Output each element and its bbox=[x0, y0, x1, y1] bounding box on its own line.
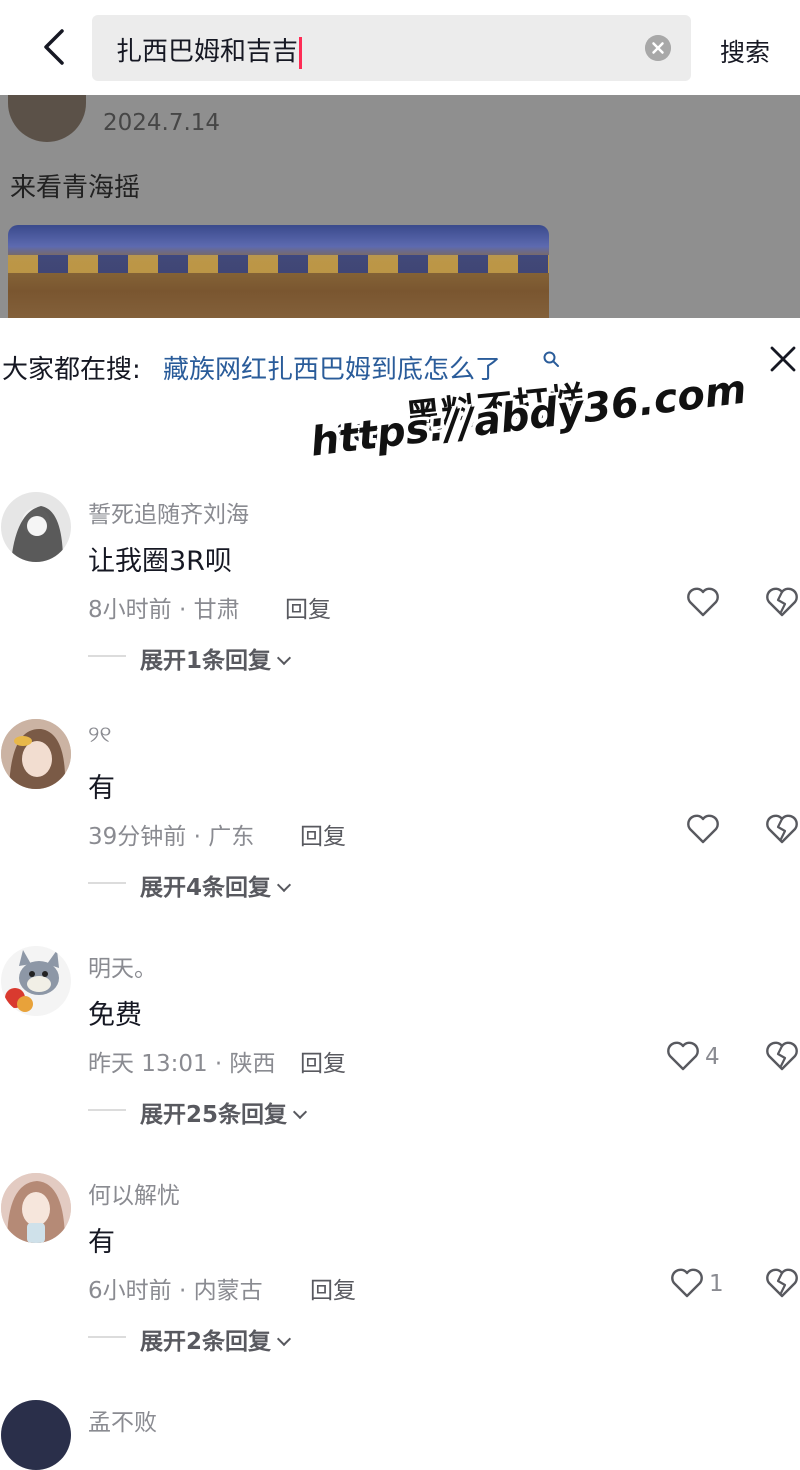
text-caret bbox=[299, 36, 303, 69]
chevron-down-icon bbox=[276, 877, 292, 893]
avatar[interactable] bbox=[1, 1400, 71, 1470]
post-date: 2024.7.14 bbox=[103, 110, 221, 136]
comment-text: 免费 bbox=[88, 1000, 142, 1031]
post-image bbox=[8, 225, 549, 318]
reply-button[interactable]: 回复 bbox=[310, 1271, 356, 1305]
like-heart-icon[interactable] bbox=[670, 1266, 704, 1300]
comment-username[interactable]: 孟不败 bbox=[88, 1403, 157, 1437]
search-input-value[interactable]: 扎西巴姆和吉吉 bbox=[116, 31, 303, 69]
expand-replies-button[interactable]: 展开4条回复 bbox=[140, 868, 292, 902]
comment-username[interactable]: 何以解忧 bbox=[88, 1176, 180, 1210]
like-count: 4 bbox=[705, 1044, 720, 1070]
avatar[interactable] bbox=[1, 1173, 71, 1243]
comment-text: 让我圈3R呗 bbox=[88, 546, 232, 577]
reply-button[interactable]: 回复 bbox=[285, 590, 331, 624]
comment-text: 有 bbox=[88, 1227, 115, 1258]
comment-username[interactable]: 誓死追随齐刘海 bbox=[88, 495, 249, 529]
expand-replies-button[interactable]: 展开1条回复 bbox=[140, 641, 292, 675]
dislike-broken-heart-icon[interactable] bbox=[764, 1265, 800, 1301]
like-heart-icon[interactable] bbox=[686, 585, 720, 619]
like-count: 1 bbox=[709, 1271, 724, 1297]
search-icon bbox=[543, 351, 559, 367]
close-icon[interactable] bbox=[766, 342, 800, 376]
chevron-down-icon bbox=[292, 1104, 308, 1120]
clear-search-icon[interactable] bbox=[645, 35, 671, 61]
like-heart-icon[interactable] bbox=[666, 1039, 700, 1073]
reply-button[interactable]: 回复 bbox=[300, 1044, 346, 1078]
comment-sheet bbox=[0, 318, 800, 1429]
divider bbox=[88, 1109, 126, 1111]
search-button[interactable]: 搜索 bbox=[720, 33, 770, 69]
dislike-broken-heart-icon[interactable] bbox=[764, 811, 800, 847]
suggestion-link[interactable]: 藏族网红扎西巴姆到底怎么了 bbox=[163, 349, 501, 386]
chevron-down-icon bbox=[276, 1331, 292, 1347]
post-text: 来看青海摇 bbox=[10, 173, 141, 203]
divider bbox=[88, 655, 126, 657]
dislike-broken-heart-icon[interactable] bbox=[764, 584, 800, 620]
comment-time-location: 39分钟前 · 广东 bbox=[88, 824, 255, 850]
comment-username[interactable]: ୨୧ bbox=[88, 722, 111, 748]
back-arrow-icon[interactable] bbox=[36, 27, 76, 67]
avatar[interactable] bbox=[1, 492, 71, 562]
comment-time-location: 8小时前 · 甘肃 bbox=[88, 597, 240, 623]
comment-time-location: 6小时前 · 内蒙古 bbox=[88, 1278, 263, 1304]
reply-button[interactable]: 回复 bbox=[300, 817, 346, 851]
avatar[interactable] bbox=[1, 946, 71, 1016]
like-heart-icon[interactable] bbox=[686, 812, 720, 846]
dislike-broken-heart-icon[interactable] bbox=[764, 1038, 800, 1074]
expand-replies-button[interactable]: 展开2条回复 bbox=[140, 1322, 292, 1356]
expand-replies-button[interactable]: 展开25条回复 bbox=[140, 1095, 308, 1129]
comment-text: 有 bbox=[88, 773, 115, 804]
avatar[interactable] bbox=[1, 719, 71, 789]
comment-time-location: 昨天 13:01 · 陕西 bbox=[88, 1051, 276, 1077]
comment-username[interactable]: 明天。 bbox=[88, 949, 157, 983]
divider bbox=[88, 1336, 126, 1338]
suggestion-label: 大家都在搜: bbox=[2, 355, 141, 385]
chevron-down-icon bbox=[276, 650, 292, 666]
divider bbox=[88, 882, 126, 884]
